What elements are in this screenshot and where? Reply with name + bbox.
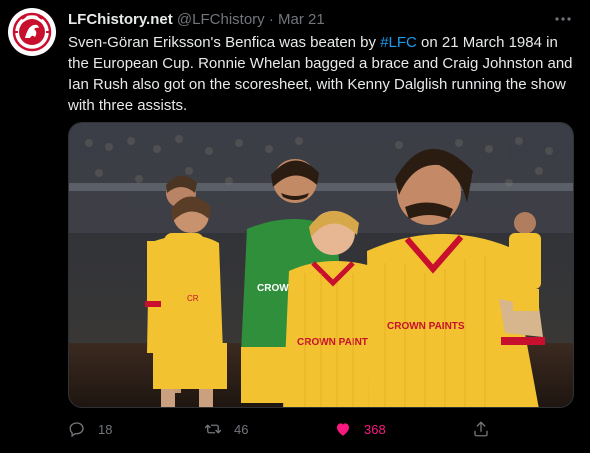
right-shirt-sponsor: CROWN PAINTS xyxy=(387,321,465,332)
center-shirt-sponsor: CROWN PAINTS xyxy=(297,337,375,348)
reply-button[interactable]: 18 xyxy=(68,420,112,438)
retweet-icon xyxy=(204,424,222,434)
share-button[interactable] xyxy=(472,420,502,438)
tweet-header: LFChistory.net @LFChistory · Mar 21 xyxy=(68,10,325,30)
svg-text:CR: CR xyxy=(187,294,199,303)
tweet-card[interactable]: LFChistory.net @LFChistory · Mar 21 Sven… xyxy=(0,0,590,453)
tweet-photo[interactable]: CR CROWN PAINTS CROWN PAINTS xyxy=(68,122,574,408)
tweet-actions: 18 46 368 xyxy=(68,420,508,440)
avatar[interactable] xyxy=(8,8,56,56)
photo-players-illustration: CR CROWN PAINTS CROWN PAINTS xyxy=(69,123,573,407)
author-name[interactable]: LFChistory.net xyxy=(68,11,173,28)
reply-count: 18 xyxy=(98,421,113,437)
like-count: 368 xyxy=(364,421,386,437)
hashtag-link[interactable]: #LFC xyxy=(380,34,417,51)
heart-filled-icon xyxy=(337,423,349,436)
retweet-button[interactable]: 46 xyxy=(204,420,248,438)
tweet-text: Sven-Göran Eriksson's Benfica was beaten… xyxy=(68,32,573,116)
lfc-crest-icon xyxy=(10,10,54,54)
tweet-date[interactable]: Mar 21 xyxy=(278,11,325,28)
reply-icon xyxy=(69,422,84,438)
author-handle[interactable]: @LFChistory xyxy=(177,11,265,28)
tweet-text-part1: Sven-Göran Eriksson's Benfica was beaten… xyxy=(68,34,381,51)
separator-dot: · xyxy=(268,11,274,28)
retweet-count: 46 xyxy=(234,421,249,437)
like-button[interactable]: 368 xyxy=(334,420,386,438)
more-dots-icon[interactable] xyxy=(554,10,572,33)
share-icon xyxy=(474,421,488,437)
